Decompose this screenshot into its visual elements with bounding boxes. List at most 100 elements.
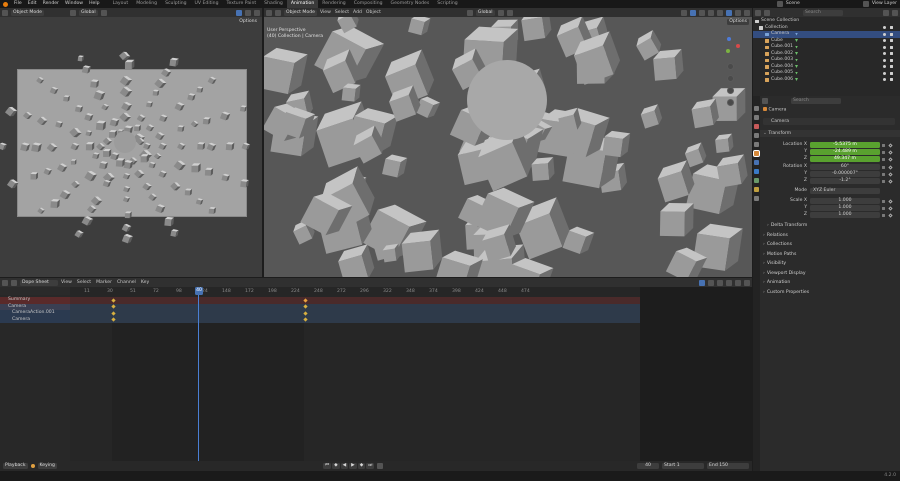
visibility-eye-icon[interactable] <box>883 52 886 56</box>
display-mode-icon[interactable] <box>764 9 770 16</box>
panel-custom-properties[interactable]: Custom Properties <box>763 289 809 296</box>
rotation-x-keyframe-icon[interactable] <box>888 164 893 170</box>
rotation-mode-dropdown[interactable]: XYZ Euler <box>810 188 880 194</box>
wireframe-shading-icon[interactable] <box>717 9 723 16</box>
scale-y-lock-icon[interactable] <box>882 206 885 210</box>
menu-file[interactable]: File <box>11 0 25 8</box>
visibility-eye-icon[interactable] <box>883 58 886 62</box>
render-tab-icon[interactable] <box>754 115 759 120</box>
editor-type-icon[interactable] <box>2 279 8 286</box>
rotation-z-lock-icon[interactable] <box>882 179 885 183</box>
render-camera-icon[interactable] <box>890 32 893 36</box>
right-viewport[interactable]: User Perspective (40) Collection | Camer… <box>264 17 752 277</box>
scene-selector[interactable]: Scene <box>783 0 803 8</box>
constraints-tab-icon[interactable] <box>754 178 759 183</box>
modifier-tab-icon[interactable] <box>754 160 759 165</box>
location-x-lock-icon[interactable] <box>882 143 885 147</box>
dopesheet-area[interactable]: 11 30 51 72 98 124 148 172 198 224 248 272 296 322 348… <box>0 287 752 461</box>
rotation-z-field[interactable]: -1.2° <box>810 178 880 184</box>
xray-icon[interactable] <box>708 9 714 16</box>
properties-search[interactable]: Search <box>791 97 841 104</box>
channel-search[interactable] <box>0 287 70 295</box>
location-y-field[interactable]: -24.489 m <box>810 149 880 155</box>
location-z-lock-icon[interactable] <box>882 157 885 161</box>
render-camera-icon[interactable] <box>890 52 893 56</box>
location-z-keyframe-icon[interactable] <box>888 156 893 162</box>
menu-render[interactable]: Render <box>40 0 62 8</box>
dopesheet-mode-icon[interactable] <box>11 279 17 286</box>
render-camera-icon[interactable] <box>890 39 893 43</box>
panel-viewport-display[interactable]: Viewport Display <box>763 270 806 277</box>
right-orientation-dropdown[interactable]: Global <box>475 9 495 16</box>
rotation-y-lock-icon[interactable] <box>882 172 885 176</box>
perspective-toggle-icon[interactable] <box>727 99 734 106</box>
workspace-tab-geometry-nodes[interactable]: Geometry Nodes <box>387 0 434 8</box>
rotation-y-keyframe-icon[interactable] <box>888 171 893 177</box>
menu-help[interactable]: Help <box>86 0 102 8</box>
overlays-icon[interactable] <box>699 9 705 16</box>
viewport-menu-view[interactable]: View <box>320 8 331 17</box>
visibility-eye-icon[interactable] <box>883 65 886 69</box>
panel-animation[interactable]: Animation <box>763 279 790 286</box>
workspace-tab-layout[interactable]: Layout <box>109 0 133 8</box>
visibility-eye-icon[interactable] <box>883 39 886 43</box>
current-frame-field[interactable]: 40 <box>637 463 659 469</box>
dopesheet-menu-view[interactable]: View <box>61 278 72 287</box>
play-button[interactable]: ▶ <box>349 463 357 469</box>
output-tab-icon[interactable] <box>754 124 759 129</box>
workspace-tab-compositing[interactable]: Compositing <box>350 0 387 8</box>
render-camera-icon[interactable] <box>890 45 893 49</box>
panel-relations[interactable]: Relations <box>763 232 788 239</box>
location-y-keyframe-icon[interactable] <box>888 149 893 155</box>
object-name-field[interactable]: Camera <box>763 118 895 125</box>
filter-icon[interactable] <box>883 9 889 16</box>
playhead[interactable]: 40 <box>195 287 203 295</box>
render-camera-icon[interactable] <box>890 58 893 62</box>
workspace-tab-texture-paint[interactable]: Texture Paint <box>223 0 261 8</box>
menu-edit[interactable]: Edit <box>25 0 40 8</box>
gizmo-z-axis[interactable] <box>727 37 731 41</box>
right-mode-dropdown[interactable]: Object Mode <box>284 9 317 16</box>
zoom-view-icon[interactable] <box>727 63 734 70</box>
workspace-tab-rendering[interactable]: Rendering <box>318 0 349 8</box>
workspace-tab-animation[interactable]: Animation <box>286 0 319 8</box>
editor-type-icon[interactable] <box>762 97 768 104</box>
visibility-eye-icon[interactable] <box>883 32 886 36</box>
blender-logo-icon[interactable] <box>3 1 8 7</box>
visibility-eye-icon[interactable] <box>883 45 886 49</box>
scale-x-lock-icon[interactable] <box>882 199 885 203</box>
scale-y-keyframe-icon[interactable] <box>888 205 893 211</box>
snap-icon[interactable] <box>497 9 504 16</box>
show-gizmo-icon[interactable] <box>690 9 696 16</box>
keying-dropdown[interactable]: Keying <box>37 463 57 469</box>
view-layer-tab-icon[interactable] <box>754 133 759 138</box>
outliner-search[interactable]: Search <box>803 9 843 16</box>
end-frame-field[interactable]: End 150 <box>707 463 749 469</box>
camera-view-icon[interactable] <box>727 87 734 94</box>
render-camera-icon[interactable] <box>890 78 893 82</box>
dopesheet-menu-select[interactable]: Select <box>77 278 91 287</box>
channel-row[interactable]: Camera <box>0 316 70 323</box>
object-tab-icon[interactable] <box>753 150 760 157</box>
dopesheet-menu-channel[interactable]: Channel <box>117 278 136 287</box>
rendered-shading-icon[interactable] <box>744 9 750 16</box>
rotation-z-keyframe-icon[interactable] <box>888 178 893 184</box>
right-options-button[interactable]: Options <box>727 19 749 25</box>
orientation-icon[interactable] <box>466 9 473 16</box>
scale-z-field[interactable]: 1.000 <box>810 212 880 218</box>
gizmo-x-axis[interactable] <box>736 44 740 48</box>
normalize-icon[interactable] <box>726 279 732 286</box>
dopesheet-menu-marker[interactable]: Marker <box>96 278 112 287</box>
orientation-icon[interactable] <box>69 9 76 16</box>
scale-y-field[interactable]: 1.000 <box>810 205 880 211</box>
location-x-field[interactable]: -5.5375 m <box>810 142 880 148</box>
snap-icon[interactable] <box>100 9 107 16</box>
show-errors-icon[interactable] <box>708 279 714 286</box>
location-z-field[interactable]: 49.347 m <box>810 156 880 162</box>
show-gizmo-icon[interactable] <box>236 9 242 16</box>
material-shading-icon[interactable] <box>735 9 741 16</box>
outliner-row[interactable]: Cube.006 <box>753 77 900 84</box>
visibility-eye-icon[interactable] <box>883 26 886 30</box>
scale-x-field[interactable]: 1.000 <box>810 198 880 204</box>
start-frame-field[interactable]: Start 1 <box>662 463 704 469</box>
